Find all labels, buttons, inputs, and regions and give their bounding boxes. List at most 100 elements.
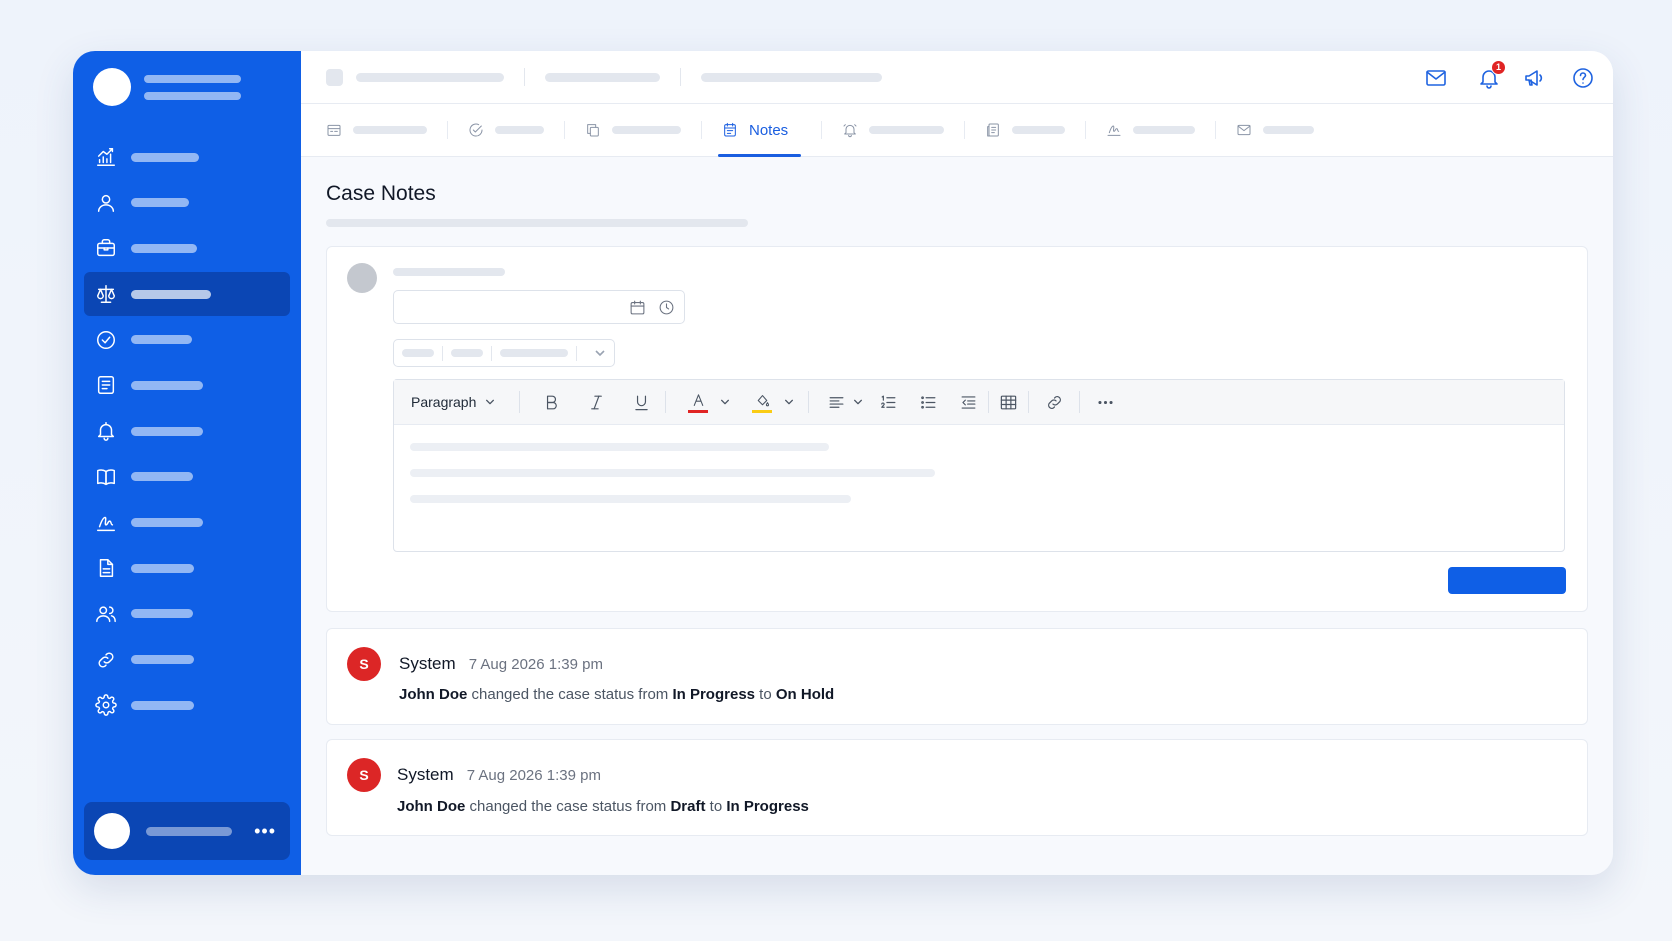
- bulleted-list-button[interactable]: [919, 393, 938, 412]
- user-icon: [95, 192, 117, 214]
- scale-icon: [95, 283, 117, 305]
- sidebar-item-contacts[interactable]: [84, 181, 290, 225]
- category-select[interactable]: [393, 339, 615, 367]
- tab-tasks[interactable]: [468, 104, 544, 157]
- signature-icon: [1106, 122, 1122, 138]
- tab-overview[interactable]: [326, 104, 427, 157]
- more-horizontal-icon: [1096, 393, 1115, 412]
- activity-actor: John Doe: [397, 798, 466, 815]
- user-profile-card[interactable]: •••: [84, 802, 290, 860]
- check-circle-icon: [95, 329, 117, 351]
- status-to: In Progress: [726, 798, 809, 815]
- tab-files[interactable]: [585, 104, 681, 157]
- tab-signatures[interactable]: [1106, 104, 1196, 157]
- avatar: S: [347, 758, 381, 792]
- bell-icon: [842, 122, 858, 138]
- note-composer: Paragraph: [326, 246, 1588, 612]
- sidebar-item-reminders[interactable]: [84, 409, 290, 453]
- underline-icon: [632, 393, 651, 412]
- insert-table-button[interactable]: [999, 393, 1018, 412]
- author-name-placeholder: [393, 268, 505, 276]
- status-to: On Hold: [775, 686, 835, 703]
- mail-icon[interactable]: [1423, 65, 1449, 91]
- tab-notes[interactable]: Notes: [717, 104, 802, 157]
- editor-content-area[interactable]: [394, 425, 1564, 503]
- chevron-down-icon[interactable]: [784, 397, 794, 407]
- status-from: Draft: [670, 798, 706, 815]
- sidebar-item-label: [131, 609, 193, 619]
- sidebar-item-label: [131, 380, 203, 390]
- highlight-color-button[interactable]: [752, 392, 794, 413]
- topbar: 1: [301, 51, 1613, 104]
- page-subtitle-placeholder: [326, 219, 748, 227]
- sidebar-item-team[interactable]: [84, 592, 290, 636]
- tab-emails[interactable]: [1236, 104, 1315, 157]
- breadcrumb-item[interactable]: [701, 72, 882, 82]
- sidebar-item-label: [131, 152, 199, 162]
- copy-icon: [585, 122, 601, 138]
- avatar: [94, 813, 130, 849]
- activity-header: System 7 Aug 2026 1:39 pm: [397, 765, 601, 785]
- breadcrumb-item[interactable]: [545, 72, 660, 82]
- sidebar: •••: [73, 51, 301, 875]
- bold-button[interactable]: [542, 393, 561, 412]
- briefcase-icon: [95, 237, 117, 259]
- help-icon[interactable]: [1570, 65, 1596, 91]
- chevron-down-icon[interactable]: [720, 397, 730, 407]
- rich-text-editor: Paragraph: [393, 379, 1565, 552]
- sidebar-item-label: [131, 700, 194, 710]
- list-icon: [95, 374, 117, 396]
- tab-documents[interactable]: [985, 104, 1066, 157]
- text-color-icon: [688, 392, 709, 413]
- mail-icon: [1236, 122, 1252, 138]
- underline-button[interactable]: [632, 393, 651, 412]
- text-color-button[interactable]: [688, 392, 730, 413]
- status-from: In Progress: [672, 686, 755, 703]
- outdent-button[interactable]: [959, 393, 978, 412]
- block-format-select[interactable]: Paragraph: [411, 394, 495, 410]
- activity-author: System: [397, 765, 454, 784]
- date-time-input[interactable]: [393, 290, 685, 324]
- clock-icon[interactable]: [658, 299, 675, 316]
- sidebar-item-documents[interactable]: [84, 546, 290, 590]
- bulleted-list-icon: [919, 393, 938, 412]
- check-circle-icon: [468, 122, 484, 138]
- more-options-icon[interactable]: •••: [254, 822, 276, 840]
- chart-icon: [95, 146, 117, 168]
- megaphone-icon[interactable]: [1522, 65, 1548, 91]
- brand[interactable]: [93, 68, 241, 106]
- sidebar-item-label: [131, 335, 192, 345]
- sidebar-item-lists[interactable]: [84, 363, 290, 407]
- chevron-down-icon[interactable]: [853, 397, 863, 407]
- sidebar-item-dashboard[interactable]: [84, 135, 290, 179]
- sidebar-item-matters[interactable]: [84, 226, 290, 270]
- sidebar-item-library[interactable]: [84, 455, 290, 499]
- sidebar-item-settings[interactable]: [84, 683, 290, 727]
- sidebar-item-tasks[interactable]: [84, 318, 290, 362]
- align-left-icon: [827, 393, 846, 412]
- insert-link-button[interactable]: [1045, 393, 1064, 412]
- numbered-list-button[interactable]: [879, 393, 898, 412]
- activity-timestamp: 7 Aug 2026 1:39 pm: [468, 656, 603, 673]
- breadcrumb-item[interactable]: [356, 72, 504, 82]
- sidebar-item-label: [131, 472, 193, 482]
- sidebar-item-label: [131, 289, 211, 299]
- sidebar-item-links[interactable]: [84, 638, 290, 682]
- tab-reminders[interactable]: [842, 104, 945, 157]
- user-name-placeholder: [146, 826, 232, 836]
- bold-icon: [542, 393, 561, 412]
- save-note-button[interactable]: [1448, 567, 1566, 594]
- tab-notes-label: Notes: [749, 121, 789, 139]
- activity-entry: S System 7 Aug 2026 1:39 pm John Doe cha…: [326, 628, 1588, 725]
- highlight-icon: [752, 392, 773, 413]
- sidebar-item-label: [131, 518, 203, 527]
- sidebar-item-signatures[interactable]: [84, 501, 290, 545]
- sidebar-item-label: [131, 563, 194, 573]
- bell-icon[interactable]: 1: [1476, 59, 1506, 91]
- align-button[interactable]: [827, 393, 863, 412]
- more-tools-button[interactable]: [1096, 393, 1115, 412]
- italic-button[interactable]: [587, 393, 606, 412]
- calendar-icon[interactable]: [629, 299, 646, 316]
- avatar: [347, 263, 377, 293]
- sidebar-item-cases[interactable]: [84, 272, 290, 317]
